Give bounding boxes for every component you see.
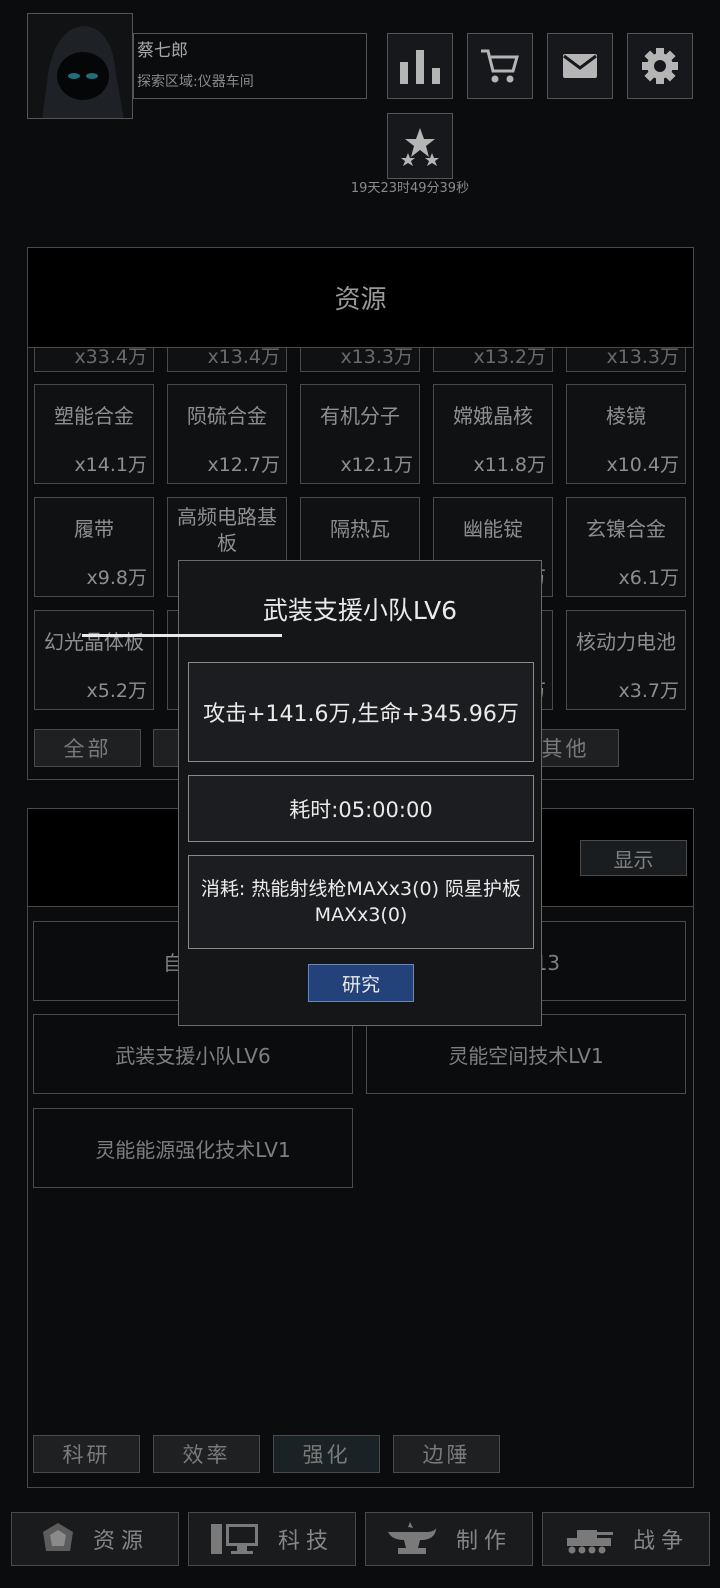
resource-cell[interactable]: 陨硫合金 x12.7万	[167, 384, 287, 484]
cost-text: 消耗: 热能射线枪MAXx3(0) 陨星护板MAXx3(0)	[200, 878, 522, 926]
tech-item[interactable]: 武装支援小队LV6	[33, 1014, 353, 1094]
resource-count: x13.2万	[473, 348, 546, 368]
effect-text: 攻击+141.6万,生命+345.96万	[203, 702, 519, 727]
mail-icon	[563, 54, 597, 78]
resource-cell[interactable]: 塑能合金 x14.1万	[34, 384, 154, 484]
nav-label: 资源	[92, 1529, 149, 1554]
resource-count: x12.1万	[340, 454, 413, 476]
resource-cell[interactable]: 幻光晶体板 x5.2万	[34, 610, 154, 710]
tab-all[interactable]: 全部	[34, 729, 141, 767]
gear-icon	[642, 48, 678, 84]
nav-resources[interactable]: 资源	[11, 1512, 179, 1566]
resource-cell-partial[interactable]: x13.2万	[433, 348, 553, 372]
nav-war[interactable]: 战争	[542, 1512, 710, 1566]
dialog-title: 武装支援小队LV6	[262, 596, 458, 625]
resource-name: 隔热瓦	[330, 517, 390, 541]
resource-count: x6.1万	[618, 567, 679, 589]
nav-label: 制作	[455, 1529, 512, 1554]
resource-name: 玄镍合金	[586, 517, 666, 541]
resource-cell[interactable]: 核动力电池 x3.7万	[566, 610, 686, 710]
event-timer: 19天23时49分39秒	[350, 181, 470, 196]
stats-icon	[400, 50, 440, 84]
shop-button[interactable]	[467, 33, 533, 99]
nav-craft[interactable]: 制作	[365, 1512, 533, 1566]
resource-count: x9.8万	[86, 567, 147, 589]
resource-cell[interactable]: 履带 x9.8万	[34, 497, 154, 597]
explore-area: 探索区域:仪器车间	[137, 74, 254, 90]
tab-research[interactable]: 科研	[33, 1435, 140, 1473]
resource-cell-partial[interactable]: x13.3万	[566, 348, 686, 372]
resource-name: 高频电路基板	[177, 505, 277, 555]
resource-cell-partial[interactable]: x13.3万	[300, 348, 420, 372]
resource-cell[interactable]: 棱镜 x10.4万	[566, 384, 686, 484]
anvil-icon	[387, 1522, 436, 1554]
player-avatar[interactable]	[27, 13, 133, 119]
nav-label: 科技	[277, 1529, 334, 1554]
resource-name: 有机分子	[320, 404, 400, 428]
gem-icon	[42, 1523, 73, 1551]
tab-enhance[interactable]: 强化	[273, 1435, 380, 1473]
resource-count: x11.8万	[473, 454, 546, 476]
dialog-time: 耗时:05:00:00	[188, 775, 534, 842]
resource-count: x13.3万	[340, 348, 413, 368]
mail-button[interactable]	[547, 33, 613, 99]
resource-name: 核动力电池	[576, 630, 676, 654]
settings-button[interactable]	[627, 33, 693, 99]
resource-count: x5.2万	[86, 680, 147, 702]
resource-name: 履带	[74, 517, 114, 541]
resource-panel-title: 资源	[28, 248, 693, 348]
stars-icon	[401, 128, 439, 166]
resource-count: x10.4万	[606, 454, 679, 476]
nav-label: 战争	[632, 1529, 689, 1554]
resource-name: 棱镜	[606, 404, 646, 428]
player-name: 蔡七郎	[137, 41, 188, 61]
time-text: 耗时:05:00:00	[289, 797, 433, 822]
nav-tech[interactable]: 科技	[188, 1512, 356, 1566]
resource-name: 嫦娥晶核	[453, 404, 533, 428]
resource-count: x12.7万	[207, 454, 280, 476]
tech-item-label: 武装支援小队LV6	[115, 1043, 271, 1068]
tech-item-label: 灵能能源强化技术LV1	[95, 1137, 291, 1162]
dialog-effect: 攻击+141.6万,生命+345.96万	[188, 662, 534, 762]
resource-count: x13.4万	[207, 348, 280, 368]
resource-name: 幽能锭	[463, 517, 523, 541]
cart-icon	[481, 49, 519, 83]
event-button[interactable]	[387, 113, 453, 179]
show-button[interactable]: 显示	[580, 840, 687, 876]
tech-item-label: 灵能空间技术LV1	[448, 1043, 604, 1068]
tab-frontier[interactable]: 边陲	[393, 1435, 500, 1473]
tab-efficiency[interactable]: 效率	[153, 1435, 260, 1473]
resource-count: x3.7万	[618, 680, 679, 702]
tech-item[interactable]: 灵能能源强化技术LV1	[33, 1108, 353, 1188]
dialog-cost: 消耗: 热能射线枪MAXx3(0) 陨星护板MAXx3(0)	[188, 855, 534, 949]
resource-count: x14.1万	[74, 454, 147, 476]
tech-item[interactable]: 灵能空间技术LV1	[366, 1014, 686, 1094]
stats-button[interactable]	[387, 33, 453, 99]
resource-cell-partial[interactable]: x13.4万	[167, 348, 287, 372]
research-dialog: 武装支援小队LV6 攻击+141.6万,生命+345.96万 耗时:05:00:…	[178, 560, 542, 1026]
resource-cell[interactable]: 有机分子 x12.1万	[300, 384, 420, 484]
resource-name: 幻光晶体板	[44, 630, 144, 654]
research-button[interactable]: 研究	[308, 964, 414, 1002]
tank-icon	[566, 1530, 613, 1554]
resource-count: x13.3万	[606, 348, 679, 368]
resource-cell[interactable]: 玄镍合金 x6.1万	[566, 497, 686, 597]
resource-name: 陨硫合金	[187, 404, 267, 428]
resource-cell[interactable]: 嫦娥晶核 x11.8万	[433, 384, 553, 484]
resource-cell-partial[interactable]: x33.4万	[34, 348, 154, 372]
resource-name: 塑能合金	[54, 404, 134, 428]
computer-icon	[210, 1524, 258, 1554]
dialog-title-underline	[82, 634, 282, 637]
resource-count: x33.4万	[74, 348, 147, 368]
